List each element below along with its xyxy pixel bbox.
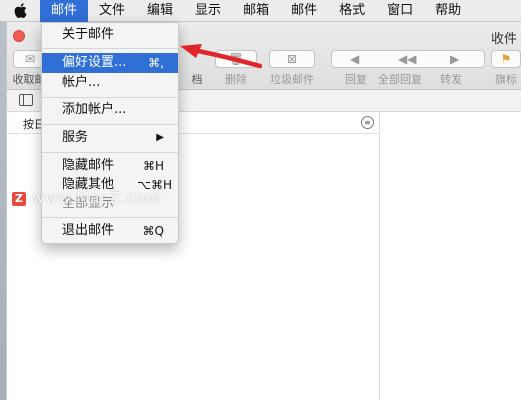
- menu-item-label: 隐藏邮件: [62, 158, 115, 173]
- menu-mail[interactable]: 邮件: [40, 0, 89, 22]
- menu-item-hide-mail[interactable]: 隐藏邮件 ⌘H: [42, 156, 178, 176]
- close-window-button[interactable]: [13, 30, 25, 42]
- menu-item-services[interactable]: 服务 ▶: [42, 128, 178, 148]
- window-title: 收件: [490, 32, 517, 47]
- menu-mailbox[interactable]: 邮箱: [232, 0, 280, 22]
- envelope-icon: ✉: [24, 52, 36, 66]
- junk-icon: ⊠: [286, 52, 298, 66]
- menu-item-label: 帐户...: [62, 75, 101, 90]
- menu-item-add-account[interactable]: 添加帐户...: [42, 100, 178, 120]
- junk-label: 垃圾邮件: [270, 73, 314, 86]
- menu-window[interactable]: 窗口: [376, 0, 424, 22]
- menu-file[interactable]: 文件: [88, 0, 136, 22]
- menu-item-accounts[interactable]: 帐户...: [42, 73, 178, 93]
- menu-item-shortcut: ⌘H: [142, 159, 164, 173]
- menu-message[interactable]: 邮件: [280, 0, 328, 22]
- watermark: Zwww.MacZ.com: [12, 189, 162, 207]
- menu-item-label: 偏好设置...: [62, 55, 127, 70]
- menu-item-preferences[interactable]: 偏好设置... ⌘,: [42, 53, 178, 73]
- menu-separator: [42, 124, 178, 125]
- forward-label: 转发: [440, 73, 462, 86]
- flag-label: 旗标: [495, 73, 517, 86]
- apple-logo-icon: [14, 3, 27, 18]
- menu-item-shortcut: ⌘Q: [142, 224, 164, 238]
- menu-separator: [42, 217, 178, 218]
- mail-menu-dropdown: 关于邮件 偏好设置... ⌘, 帐户... 添加帐户... 服务 ▶ 隐藏邮件 …: [41, 22, 179, 244]
- junk-button[interactable]: ⊠: [269, 50, 315, 68]
- menu-separator: [42, 48, 178, 49]
- pane-divider[interactable]: [379, 112, 380, 400]
- menu-item-label: 添加帐户...: [62, 102, 127, 117]
- reply-button-group: ◀ ◀◀ ▶: [331, 50, 485, 68]
- menu-edit[interactable]: 编辑: [136, 0, 184, 22]
- menu-separator: [42, 97, 178, 98]
- menu-item-shortcut: ⌘,: [148, 56, 164, 70]
- watermark-text: www.MacZ.com: [32, 189, 162, 207]
- sidebar-toggle-icon[interactable]: [19, 94, 33, 106]
- submenu-arrow-icon: ▶: [156, 132, 164, 143]
- filter-icon[interactable]: ≡: [361, 116, 374, 129]
- menu-item-about[interactable]: 关于邮件: [42, 25, 178, 45]
- delete-label: 删除: [225, 73, 247, 86]
- window-controls: [13, 30, 25, 42]
- menu-help[interactable]: 帮助: [424, 0, 472, 22]
- reply-icon[interactable]: ◀: [350, 52, 359, 66]
- watermark-badge: Z: [12, 192, 26, 206]
- forward-icon[interactable]: ▶: [450, 52, 459, 66]
- reply-all-label: 全部回复: [378, 73, 422, 86]
- menu-separator: [42, 152, 178, 153]
- flag-icon: ⚑: [500, 52, 512, 66]
- reply-label: 回复: [345, 73, 367, 86]
- menu-view[interactable]: 显示: [184, 0, 232, 22]
- menu-item-label: 服务: [62, 130, 89, 145]
- menu-item-label: 关于邮件: [62, 27, 115, 42]
- menu-bar: 邮件 文件 编辑 显示 邮箱 邮件 格式 窗口 帮助: [0, 0, 521, 22]
- reply-all-icon[interactable]: ◀◀: [398, 52, 416, 66]
- flag-button[interactable]: ⚑: [491, 50, 521, 68]
- menu-item-label: 退出邮件: [62, 223, 115, 238]
- annotation-arrow-icon: [180, 44, 262, 69]
- archive-label-partial: 档: [191, 73, 203, 86]
- menu-item-quit[interactable]: 退出邮件 ⌘Q: [42, 221, 178, 241]
- menu-format[interactable]: 格式: [328, 0, 376, 22]
